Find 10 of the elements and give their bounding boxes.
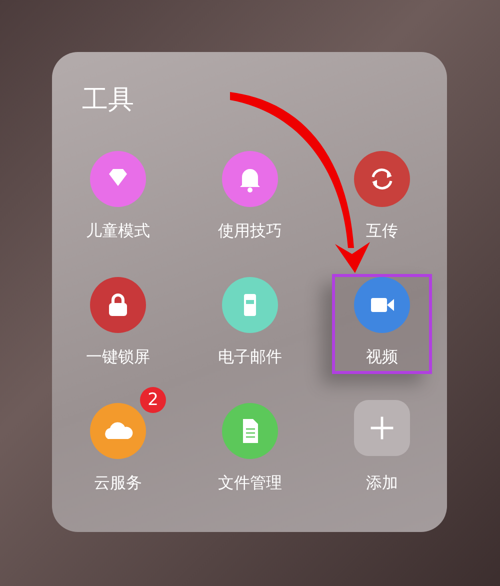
app-shortcut[interactable]: 儿童模式 xyxy=(68,148,168,248)
app-shortcut[interactable]: 使用技巧 xyxy=(200,148,300,248)
app-shortcut[interactable]: 视频 xyxy=(332,274,432,374)
app-shortcut[interactable]: 互传 xyxy=(332,148,432,248)
app-shortcut[interactable]: 文件管理 xyxy=(200,400,300,500)
app-shortcut[interactable]: 添加 xyxy=(332,400,432,500)
folder-title: 工具 xyxy=(81,84,135,117)
notification-badge: 2 xyxy=(140,387,166,413)
app-shortcut[interactable]: 电子邮件 xyxy=(200,274,300,374)
app-shortcut[interactable]: 一键锁屏 xyxy=(68,274,168,374)
